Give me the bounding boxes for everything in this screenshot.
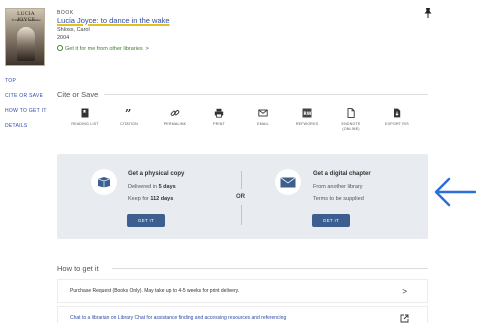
physical-delivery-line: Delivered in 5 days — [128, 184, 176, 190]
howto-heading: How to get it — [57, 264, 99, 273]
nav-how-to-get-it[interactable]: HOW TO GET IT — [5, 108, 47, 123]
record-author: Shloss, Carol — [57, 27, 90, 33]
email-label: EMAIL — [257, 122, 269, 126]
nav-top[interactable]: TOP — [5, 78, 47, 93]
ill-link-label: Get it for me from other libraries — [65, 46, 143, 52]
cover-subtitle: To Dance in the Wake — [11, 18, 41, 22]
loan-days: 112 days — [150, 196, 174, 202]
delivery-days: 5 days — [158, 184, 176, 190]
citation-label: CITATION — [120, 122, 138, 126]
digital-chapter-icon-circle — [275, 169, 301, 195]
delivery-prefix: Delivered in — [128, 184, 159, 190]
chevron-right-icon: > — [402, 287, 407, 296]
cite-divider — [104, 94, 428, 95]
pin-icon[interactable] — [424, 8, 432, 18]
print-button[interactable]: PRINT — [197, 108, 241, 127]
export-ris-label: EXPORT RIS — [385, 122, 409, 126]
print-label: PRINT — [213, 122, 225, 126]
svg-text:”: ” — [125, 108, 131, 118]
section-nav: TOP CITE OR SAVE HOW TO GET IT DETAILS — [5, 78, 47, 138]
refworks-icon: RW — [302, 108, 312, 118]
record-title[interactable]: Lucia Joyce: to dance in the wake — [57, 16, 170, 25]
library-chat-row[interactable]: Chat to a librarian on Library Chat for … — [57, 306, 428, 323]
library-chat-text: Chat to a librarian on Library Chat for … — [70, 315, 287, 321]
refworks-button[interactable]: RW REFWORKS — [285, 108, 329, 127]
arrow-left-icon — [434, 177, 476, 207]
refworks-label: REFWORKS — [295, 122, 319, 126]
endnote-button[interactable]: ENDNOTE (ONLINE) — [329, 108, 373, 131]
external-link-icon — [400, 314, 409, 323]
permalink-label: PERMALINK — [163, 122, 187, 126]
purchase-request-text: Purchase Request (Books Only). May take … — [70, 288, 240, 294]
digital-chapter-title: Get a digital chapter — [313, 171, 371, 177]
or-label: OR — [236, 194, 245, 200]
envelope-icon — [258, 109, 268, 117]
get-digital-button[interactable]: GET IT — [312, 214, 350, 227]
get-physical-button[interactable]: GET IT — [127, 214, 165, 227]
svg-text:RW: RW — [304, 111, 312, 116]
globe-icon — [57, 45, 63, 51]
howto-divider — [112, 268, 428, 269]
or-divider-bottom — [241, 205, 242, 225]
digital-terms-line: Terms to be supplied — [313, 196, 364, 202]
email-button[interactable]: EMAIL — [241, 108, 285, 127]
book-cover[interactable]: LUCIA JOYCE To Dance in the Wake — [5, 8, 45, 66]
download-document-icon — [394, 108, 401, 118]
package-icon — [97, 177, 111, 188]
cite-heading: Cite or Save — [57, 90, 99, 99]
nav-details[interactable]: DETAILS — [5, 123, 47, 138]
chevron-right-icon: > — [145, 46, 149, 52]
cover-figure — [17, 27, 35, 61]
cite-actions: READING LIST ” CITATION PERMALINK PRINT … — [57, 108, 427, 134]
physical-copy-icon-circle — [91, 169, 117, 195]
endnote-sublabel: (ONLINE) — [342, 126, 360, 131]
physical-loan-line: Keep for 112 days — [128, 196, 173, 202]
digital-source-line: From another library — [313, 184, 363, 190]
export-ris-button[interactable]: EXPORT RIS — [375, 108, 419, 127]
bookmark-icon — [81, 108, 89, 118]
purchase-request-row[interactable]: Purchase Request (Books Only). May take … — [57, 279, 428, 303]
or-divider-top — [241, 171, 242, 189]
quote-icon: ” — [125, 108, 131, 118]
nav-cite-or-save[interactable]: CITE OR SAVE — [5, 93, 47, 108]
link-icon — [170, 110, 180, 116]
citation-button[interactable]: ” CITATION — [107, 108, 151, 127]
record-year: 2004 — [57, 35, 70, 41]
document-icon — [347, 108, 355, 118]
ill-link[interactable]: Get it for me from other libraries > — [57, 45, 149, 52]
reading-list-label: READING LIST — [71, 122, 99, 126]
reading-list-button[interactable]: READING LIST — [63, 108, 107, 127]
loan-prefix: Keep for — [128, 196, 151, 202]
physical-copy-title: Get a physical copy — [128, 171, 185, 177]
printer-icon — [214, 108, 224, 118]
permalink-button[interactable]: PERMALINK — [153, 108, 197, 127]
envelope-icon — [280, 177, 296, 188]
